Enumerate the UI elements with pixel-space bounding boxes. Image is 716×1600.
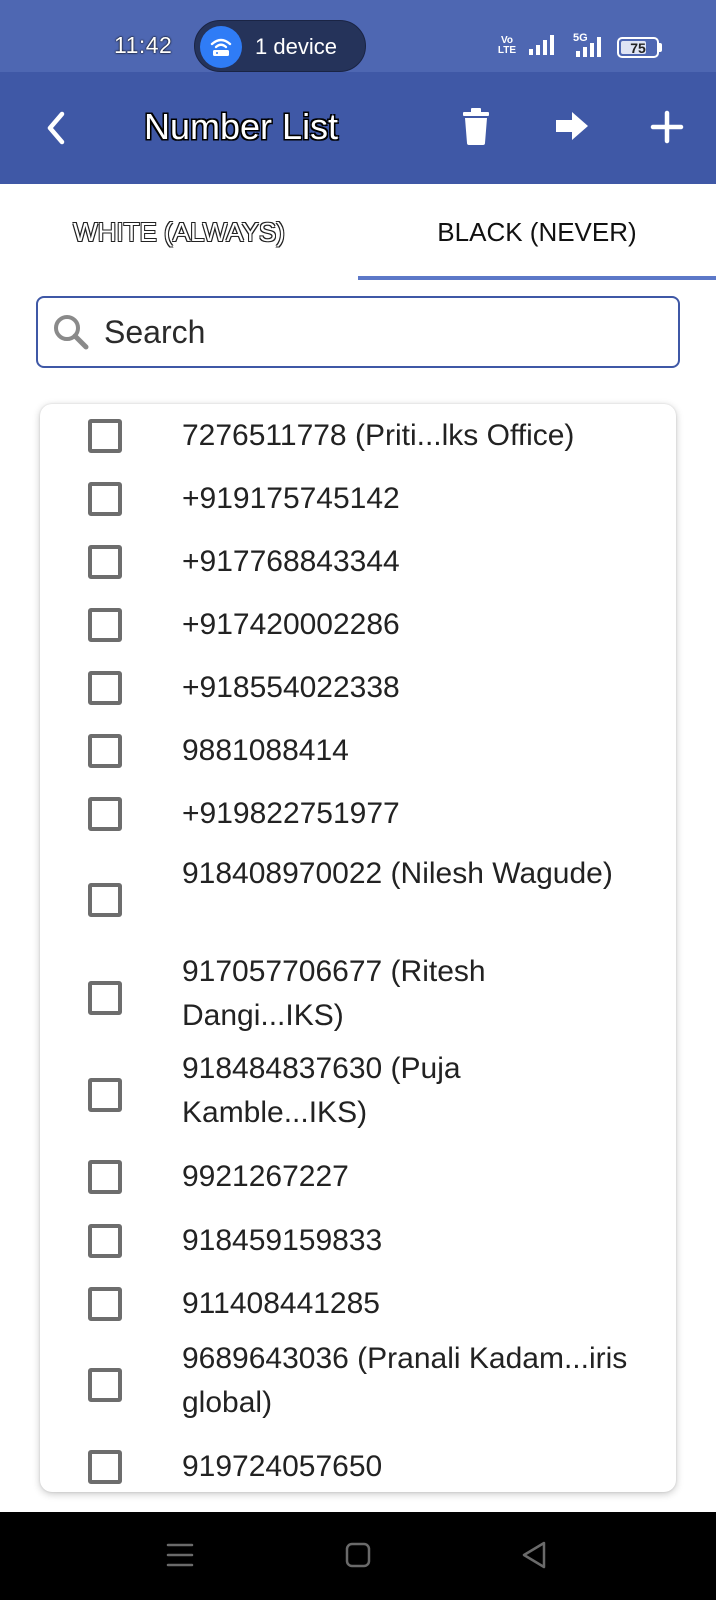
- home-icon[interactable]: [345, 1540, 371, 1570]
- checkbox[interactable]: [88, 1160, 122, 1194]
- checkbox[interactable]: [88, 1450, 122, 1484]
- list-item[interactable]: +917768843344: [40, 532, 676, 596]
- number-label: +919175745142: [182, 482, 400, 515]
- volte-icon: Vo LTE: [497, 35, 517, 56]
- number-label: 918484837630 (Puja Kamble...IKS): [182, 1052, 461, 1129]
- list-item[interactable]: 9881088414: [40, 724, 676, 788]
- list-item[interactable]: 918484837630 (Puja Kamble...IKS): [40, 1048, 676, 1146]
- list-item[interactable]: +918554022338: [40, 660, 676, 724]
- number-label: 918459159833: [182, 1224, 383, 1257]
- checkbox[interactable]: [88, 608, 122, 642]
- trash-icon[interactable]: [460, 106, 492, 146]
- checkbox[interactable]: [88, 419, 122, 453]
- status-time: 11:42: [114, 32, 173, 58]
- search-icon: [54, 315, 89, 350]
- status-bar: 11:42 1 device Vo LTE 5G 75: [0, 0, 716, 72]
- number-label: 919724057650: [182, 1450, 383, 1483]
- arrow-right-icon[interactable]: [554, 110, 590, 142]
- search-input[interactable]: [104, 308, 664, 356]
- system-nav-bar: [0, 1512, 716, 1600]
- back-triangle-icon[interactable]: [520, 1540, 548, 1570]
- list-item[interactable]: 919724057650: [40, 1436, 676, 1492]
- list-item[interactable]: 9921267227: [40, 1146, 676, 1210]
- checkbox[interactable]: [88, 545, 122, 579]
- number-list: 7276511778 (Priti...lks Office) +9191757…: [40, 404, 676, 1492]
- hotspot-indicator[interactable]: 1 device: [194, 20, 366, 72]
- checkbox[interactable]: [88, 1368, 122, 1402]
- plus-icon[interactable]: [650, 110, 684, 144]
- list-item[interactable]: 911408441285: [40, 1274, 676, 1338]
- tab-white-always[interactable]: WHITE (ALWAYS): [0, 184, 358, 280]
- number-label: +919822751977: [182, 797, 400, 830]
- app-bar: Number List: [0, 72, 716, 184]
- number-label: 7276511778 (Priti...lks Office): [182, 419, 575, 452]
- hotspot-icon: [200, 26, 242, 68]
- number-label: +917420002286: [182, 608, 400, 641]
- back-arrow-icon[interactable]: [42, 108, 70, 148]
- signal-strength-icon-2: [576, 37, 601, 57]
- battery-icon: 75: [617, 37, 659, 58]
- checkbox[interactable]: [88, 671, 122, 705]
- list-item[interactable]: 918459159833: [40, 1210, 676, 1274]
- checkbox[interactable]: [88, 1224, 122, 1258]
- number-label: 917057706677 (Ritesh Dangi...IKS): [182, 955, 486, 1032]
- tab-black-never[interactable]: BLACK (NEVER): [358, 184, 716, 280]
- list-item[interactable]: +919175745142: [40, 468, 676, 532]
- list-item[interactable]: 918408970022 (Nilesh Wagude): [40, 852, 676, 950]
- battery-level: 75: [630, 40, 646, 56]
- number-label: 9921267227: [182, 1160, 349, 1193]
- tab-selected-indicator: [358, 276, 716, 280]
- number-label: +918554022338: [182, 671, 400, 704]
- checkbox[interactable]: [88, 482, 122, 516]
- page-title: Number List: [144, 106, 339, 147]
- list-item[interactable]: 9689643036 (Pranali Kadam...iris global): [40, 1338, 676, 1436]
- list-item[interactable]: 7276511778 (Priti...lks Office): [40, 404, 676, 468]
- number-label: 9881088414: [182, 734, 349, 767]
- battery-tip: [659, 43, 662, 52]
- list-item[interactable]: +917420002286: [40, 596, 676, 660]
- number-label: +917768843344: [182, 545, 400, 578]
- checkbox[interactable]: [88, 734, 122, 768]
- number-label: 9689643036 (Pranali Kadam...iris global): [182, 1342, 628, 1419]
- checkbox[interactable]: [88, 1078, 122, 1112]
- signal-strength-icon-1: [529, 35, 554, 55]
- list-item[interactable]: 917057706677 (Ritesh Dangi...IKS): [40, 950, 676, 1048]
- search-box[interactable]: [36, 296, 680, 368]
- checkbox[interactable]: [88, 981, 122, 1015]
- hotspot-label: 1 device: [255, 34, 337, 59]
- checkbox[interactable]: [88, 883, 122, 917]
- checkbox[interactable]: [88, 1287, 122, 1321]
- tab-bar: WHITE (ALWAYS) BLACK (NEVER): [0, 184, 716, 280]
- number-label: 918408970022 (Nilesh Wagude): [182, 857, 613, 890]
- number-label: 911408441285: [182, 1287, 380, 1320]
- list-item[interactable]: +919822751977: [40, 788, 676, 852]
- checkbox[interactable]: [88, 797, 122, 831]
- recent-apps-icon[interactable]: [166, 1540, 194, 1570]
